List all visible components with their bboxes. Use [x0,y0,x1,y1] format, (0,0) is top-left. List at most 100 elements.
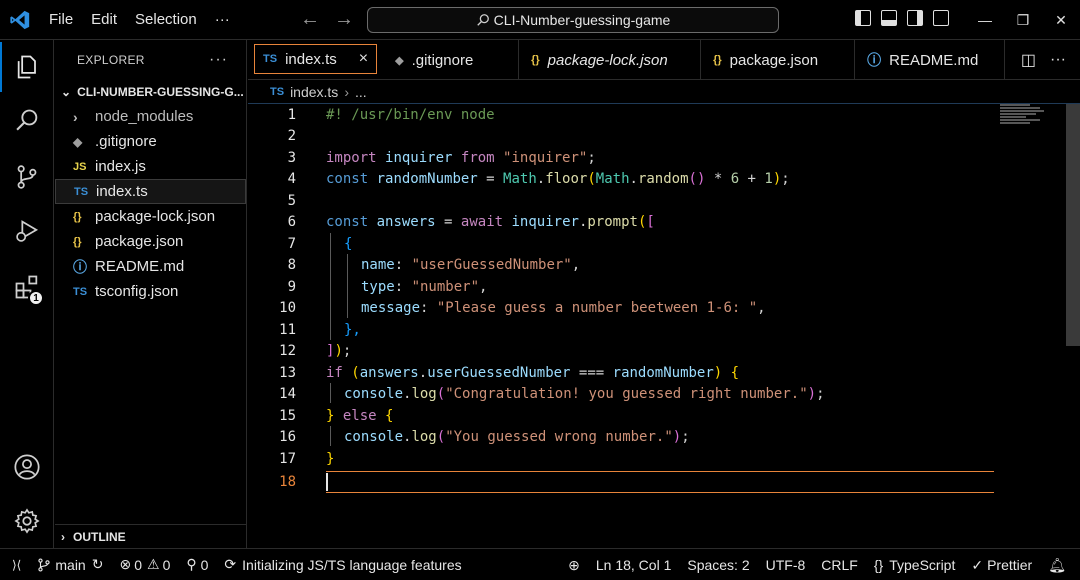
minimap[interactable] [1000,104,1048,144]
loading-icon: ⟳ [224,556,237,572]
command-center-search[interactable]: CLI-Number-guessing-game [367,7,779,33]
vscode-logo-icon [0,0,40,40]
toggle-primary-sidebar-icon[interactable] [855,10,871,26]
code-line: 3 import inquirer from "inquirer"; [248,147,1048,169]
remote-icon: ⟩⟨ [12,557,22,572]
explorer-icon[interactable] [0,42,54,92]
line-number: 2 [287,128,296,145]
info-file-icon: ⓘ [867,52,882,68]
code-line: 1 #! /usr/bin/env node [248,104,1048,126]
forward-arrow-icon[interactable]: → [334,8,354,30]
tree-item-index-js[interactable]: JS index.js [55,154,246,179]
source-control-icon[interactable] [0,152,54,202]
code-text: if (answers.userGuessedNumber === random… [326,364,740,381]
more-actions-icon[interactable]: ··· [1050,51,1066,69]
language-activity[interactable]: ⟳ Initializing JS/TS language features [216,556,469,573]
ports-indicator[interactable]: ⚲ 0 [178,556,216,573]
tree-item-tsconfig[interactable]: TS tsconfig.json [55,279,246,304]
tab-index-ts[interactable]: TS index.ts × [254,44,378,74]
chevron-right-icon: › [73,108,78,125]
code-text: const answers = await inquirer.prompt([ [326,214,655,231]
settings-gear-icon[interactable] [0,496,54,546]
code-editor[interactable]: 1 #! /usr/bin/env node 2 3 import inquir… [248,104,1080,548]
indent-guide [330,426,331,446]
toggle-panel-icon[interactable] [881,10,897,26]
project-folder[interactable]: ⌄ CLI-NUMBER-GUESSING-G... [55,80,246,104]
tree-item-label: tsconfig.json [95,283,179,300]
tab-package-json[interactable]: {} package.json [701,40,856,80]
toggle-secondary-sidebar-icon[interactable] [907,10,923,26]
close-icon[interactable]: × [359,50,368,68]
split-editor-icon[interactable]: ◫ [1021,50,1036,70]
tab-readme[interactable]: ⓘ README.md [855,40,1006,80]
prettier-indicator[interactable]: ✓ Prettier [963,557,1040,574]
code-line: 12 ]); [248,341,1048,363]
branch-indicator[interactable]: main ↻ [29,556,111,573]
code-text: type: "number", [361,278,488,295]
indentation[interactable]: Spaces: 2 [679,557,757,573]
line-number: 13 [279,364,296,381]
tree-item-label: .gitignore [95,133,157,150]
tree-item-index-ts[interactable]: TS index.ts [55,179,246,204]
zoom-icon: ⊕ [568,556,580,573]
accounts-icon[interactable] [0,442,54,492]
menu-file[interactable]: File [40,11,82,28]
cursor-position-label: Ln 18, Col 1 [595,557,672,573]
language-mode[interactable]: {} TypeScript [866,557,964,573]
editor-scrollbar[interactable] [1066,104,1080,346]
tab-package-lock-json[interactable]: {} package-lock.json [519,40,702,80]
outline-section[interactable]: › OUTLINE [55,524,246,548]
tree-item-package-json[interactable]: {} package.json [55,229,246,254]
extensions-icon[interactable]: 1 [0,262,54,312]
search-icon[interactable] [0,96,54,146]
tree-item-package-lock-json[interactable]: {} package-lock.json [55,204,246,229]
menu-selection[interactable]: Selection [126,11,206,28]
indent-guide [347,254,348,318]
customize-layout-icon[interactable] [933,10,949,26]
code-line: 13 if (answers.userGuessedNumber === ran… [248,362,1048,384]
cursor-position[interactable]: Ln 18, Col 1 [588,557,680,573]
code-line: 17 } [248,448,1048,470]
breadcrumb-symbols[interactable]: ... [355,84,367,100]
back-arrow-icon[interactable]: ← [300,8,320,30]
activity-bar: 1 [0,40,54,548]
explorer-more-button[interactable]: ··· [209,51,228,69]
code-text: { [344,235,353,252]
broadcast-icon: ⚲ [186,556,197,572]
tree-item-gitignore[interactable]: ◆ .gitignore [55,129,246,154]
line-number: 3 [287,149,296,166]
menu-more[interactable]: ··· [206,11,239,28]
problems-indicator[interactable]: ⊗ 0 ⚠ 0 [111,556,178,573]
tree-item-label: node_modules [95,108,194,125]
tree-item-readme[interactable]: ⓘ README.md [55,254,246,279]
menu-edit[interactable]: Edit [82,11,126,28]
json-file-icon: {} [713,54,722,66]
code-line: 11 }, [248,319,1048,341]
line-number: 4 [287,171,296,188]
eol[interactable]: CRLF [813,557,866,573]
notifications[interactable]: 🔔︎ [1040,557,1080,574]
code-line: 15 } else { [248,405,1048,427]
line-number: 8 [287,257,296,274]
code-text: } else { [326,407,394,424]
warning-icon: ⚠ [147,556,160,572]
line-number: 6 [287,214,296,231]
git-file-icon: ◆ [395,54,404,67]
tab-gitignore[interactable]: ◆ .gitignore [383,40,520,80]
minimize-icon[interactable]: — [966,12,1004,28]
code-text: } [326,450,335,467]
tree-item-label: package.json [95,233,184,250]
indent-guide [330,233,331,340]
restore-icon[interactable]: ❐ [1004,12,1042,29]
encoding[interactable]: UTF-8 [758,557,814,573]
json-file-icon: {} [73,235,82,248]
code-line: 2 [248,126,1048,148]
zoom-indicator[interactable]: ⊕ [560,557,588,574]
breadcrumb-file[interactable]: index.ts [290,84,338,100]
tree-item-node-modules[interactable]: › node_modules [55,104,246,129]
close-window-icon[interactable]: ✕ [1042,12,1080,29]
remote-indicator[interactable]: ⟩⟨ [0,558,29,572]
eol-label: CRLF [821,557,858,573]
line-number: 18 [279,473,296,490]
run-debug-icon[interactable] [0,206,54,256]
